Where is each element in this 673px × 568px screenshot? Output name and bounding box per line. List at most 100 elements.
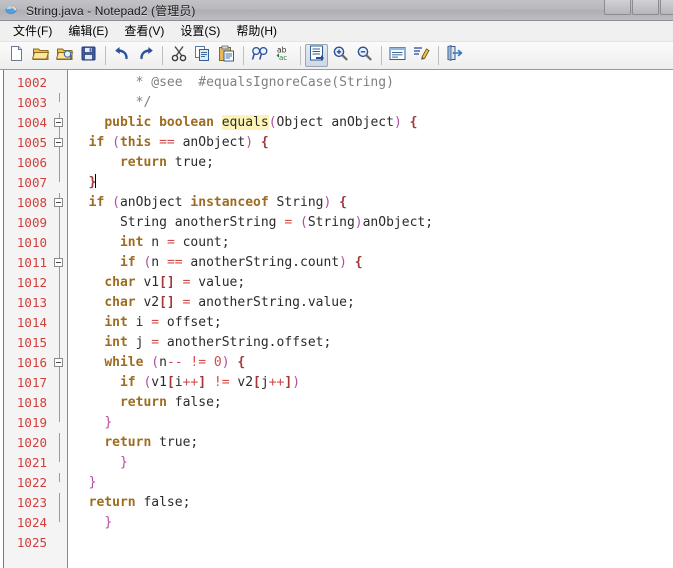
code-line[interactable]: } [73, 453, 673, 473]
code-token: @see [151, 75, 182, 90]
code-token: != [190, 355, 206, 370]
fold-marker[interactable] [52, 353, 67, 373]
copy-button[interactable] [191, 44, 214, 67]
code-line[interactable]: if (v1[i++] != v2[j++]) [73, 373, 673, 393]
code-line[interactable]: char v2[] = anotherString.value; [73, 293, 673, 313]
code-token [73, 255, 120, 270]
line-number: 1023 [4, 493, 52, 513]
save-button[interactable] [77, 44, 100, 67]
code-token: return [120, 155, 167, 170]
replace-button[interactable]: ab ac [272, 44, 295, 67]
code-token [175, 275, 183, 290]
code-token: ++ [183, 375, 199, 390]
notepad2-icon [4, 2, 20, 18]
code-line[interactable]: int n = count; [73, 233, 673, 253]
menu-view[interactable]: 查看(V) [116, 20, 172, 42]
minimize-button[interactable] [604, 0, 631, 15]
code-line[interactable]: * @see #equalsIgnoreCase(String) [73, 73, 673, 93]
scheme-button[interactable] [410, 44, 433, 67]
code-token [104, 195, 112, 210]
code-line[interactable]: } [73, 513, 673, 533]
editor-area[interactable]: 1002100310041005100610071008100910101011… [0, 70, 673, 568]
code-token: return [104, 435, 151, 450]
window-controls[interactable] [604, 0, 673, 15]
code-line[interactable]: */ [73, 93, 673, 113]
cut-button[interactable] [167, 44, 190, 67]
fold-marker[interactable] [52, 113, 67, 133]
new-file-button[interactable] [5, 44, 28, 67]
code-token: -- [167, 355, 183, 370]
code-line[interactable]: return false; [73, 393, 673, 413]
code-line[interactable]: } [73, 413, 673, 433]
code-token: true [167, 155, 206, 170]
fold-marker[interactable] [52, 253, 67, 273]
redo-button[interactable] [134, 44, 157, 67]
zoom-in-button[interactable] [329, 44, 352, 67]
cut-icon [171, 45, 187, 67]
code-line[interactable]: } [73, 473, 673, 493]
code-line[interactable]: return true; [73, 433, 673, 453]
menu-help[interactable]: 帮助(H) [228, 20, 285, 42]
fold-marker [52, 473, 67, 493]
menu-file[interactable]: 文件(F) [5, 20, 60, 42]
fold-marker [52, 513, 67, 533]
code-line[interactable]: return false; [73, 493, 673, 513]
menu-edit[interactable]: 编辑(E) [60, 20, 116, 42]
undo-button[interactable] [110, 44, 133, 67]
code-token: [] [159, 295, 175, 310]
code-token: false; [136, 495, 191, 510]
code-line[interactable]: if (anObject instanceof String) { [73, 193, 673, 213]
code-token: String [269, 195, 324, 210]
code-token: anotherString.offset; [159, 335, 331, 350]
word-wrap-button[interactable] [386, 44, 409, 67]
code-token [347, 255, 355, 270]
code-line[interactable]: public boolean equals(Object anObject) { [73, 113, 673, 133]
code-token: true; [151, 435, 198, 450]
code-token: equals [222, 115, 269, 130]
line-number: 1012 [4, 273, 52, 293]
menu-settings[interactable]: 设置(S) [172, 20, 228, 42]
line-number: 1014 [4, 313, 52, 333]
title-bar[interactable]: String.java - Notepad2 (管理员) [0, 0, 673, 21]
line-number: 1008 [4, 193, 52, 213]
code-line[interactable]: while (n-- != 0) { [73, 353, 673, 373]
fold-marker [52, 73, 67, 93]
browse-file-button[interactable] [53, 44, 76, 67]
goto-line-icon [309, 45, 325, 66]
notepad2-window: String.java - Notepad2 (管理员) 文件(F) 编辑(E)… [0, 0, 673, 568]
code-line[interactable]: int j = anotherString.offset; [73, 333, 673, 353]
code-token: String [308, 215, 355, 230]
fold-marker [52, 433, 67, 453]
redo-icon [137, 45, 155, 67]
close-button[interactable] [660, 0, 673, 15]
open-file-button[interactable] [29, 44, 52, 67]
code-token [73, 455, 120, 470]
code-token: anObject; [363, 215, 433, 230]
code-folding-margin[interactable] [52, 70, 68, 568]
code-token: ; [206, 155, 214, 170]
code-token [73, 355, 104, 370]
code-line[interactable]: return true; [73, 153, 673, 173]
code-line[interactable]: String anotherString = (String)anObject; [73, 213, 673, 233]
code-line[interactable]: } [73, 173, 673, 193]
goto-line-button[interactable] [305, 44, 328, 67]
code-token: { [339, 195, 347, 210]
zoom-out-button[interactable] [353, 44, 376, 67]
fold-marker[interactable] [52, 133, 67, 153]
code-token: [] [159, 275, 175, 290]
code-line[interactable]: int i = offset; [73, 313, 673, 333]
code-line[interactable]: if (this == anObject) { [73, 133, 673, 153]
code-line[interactable]: if (n == anotherString.count) { [73, 253, 673, 273]
maximize-button[interactable] [632, 0, 659, 15]
exit-button[interactable] [443, 44, 466, 67]
code-token: { [261, 135, 269, 150]
code-token [73, 235, 120, 250]
paste-button[interactable] [215, 44, 238, 67]
fold-marker[interactable] [52, 193, 67, 213]
code-text-area[interactable]: * @see #equalsIgnoreCase(String) */ publ… [68, 70, 673, 568]
find-button[interactable] [248, 44, 271, 67]
code-line[interactable]: char v1[] = value; [73, 273, 673, 293]
code-token [73, 375, 120, 390]
code-line[interactable] [73, 533, 673, 553]
undo-icon [113, 45, 131, 67]
